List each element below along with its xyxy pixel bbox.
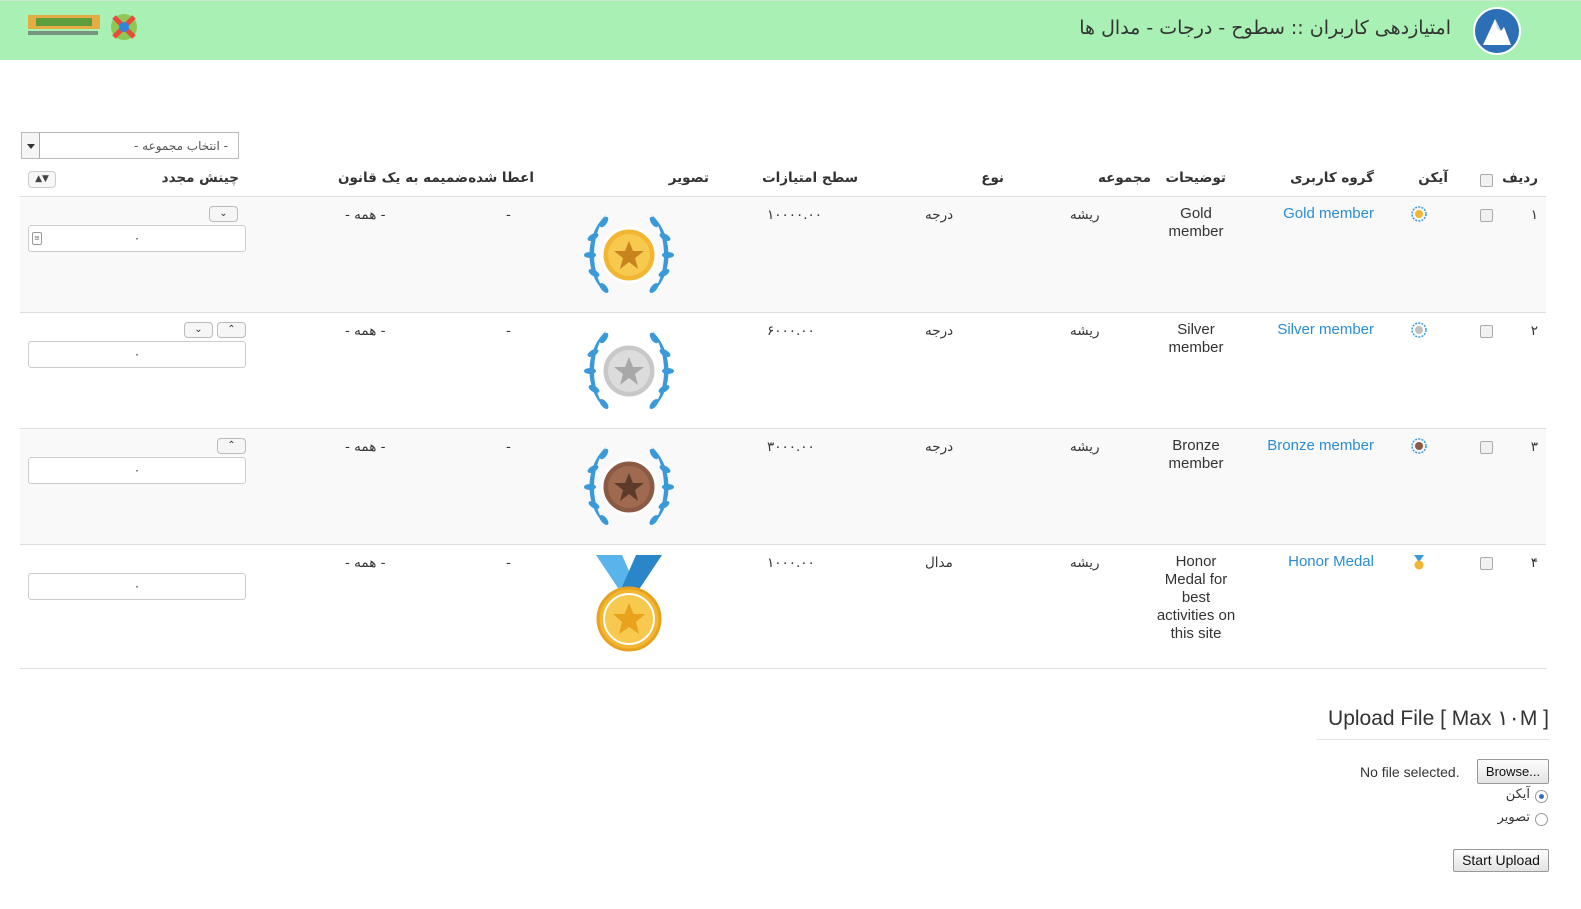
row-number: ۴ bbox=[1530, 555, 1538, 571]
row-awarded: - bbox=[506, 323, 511, 339]
row-checkbox[interactable] bbox=[1480, 557, 1493, 570]
browse-button[interactable]: Browse... bbox=[1477, 759, 1549, 784]
th-awarded[interactable]: اعطا شده bbox=[468, 170, 534, 186]
th-group[interactable]: گروه کاربری bbox=[1290, 170, 1374, 186]
order-input[interactable]: ۰ bbox=[28, 573, 246, 600]
upload-title: Upload File [ Max ۱۰M ] bbox=[1328, 707, 1549, 730]
row-awarded: - bbox=[506, 555, 511, 571]
row-type: درجه bbox=[925, 207, 954, 223]
group-link[interactable]: Honor Medal bbox=[1288, 553, 1374, 570]
row-points: ۶۰۰۰.۰۰ bbox=[767, 323, 815, 339]
order-value: ۰ bbox=[133, 347, 141, 361]
row-checkbox[interactable] bbox=[1480, 441, 1493, 454]
order-input[interactable]: ≡ ۰ bbox=[28, 225, 246, 252]
row-checkbox[interactable] bbox=[1480, 325, 1493, 338]
row-points: ۱۰۰۰.۰۰ bbox=[767, 555, 815, 571]
th-points[interactable]: سطح امتیازات bbox=[762, 170, 858, 186]
order-value: ۰ bbox=[133, 231, 141, 245]
th-type[interactable]: نوع bbox=[981, 170, 1004, 186]
th-reorder[interactable]: چینش مجدد bbox=[162, 170, 239, 186]
page-title: امتیازدهی کاربران :: سطوح - درجات - مدال… bbox=[1079, 17, 1451, 39]
move-down-button[interactable]: ⌄ bbox=[209, 206, 238, 222]
row-type: درجه bbox=[925, 323, 954, 339]
radio-image-option[interactable] bbox=[1535, 813, 1548, 826]
row-description: Gold member bbox=[1168, 205, 1224, 240]
move-down-button[interactable]: ⌄ bbox=[184, 322, 213, 338]
order-value: ۰ bbox=[133, 579, 141, 593]
row-description: Honor Medal for best activities on this … bbox=[1156, 553, 1236, 642]
sort-order-button[interactable]: ▲▼ bbox=[28, 171, 56, 188]
table-row: ۲ Silver member Silver member ریشه درجه … bbox=[20, 312, 1546, 428]
radio-icon-option[interactable] bbox=[1535, 790, 1548, 803]
row-set: ریشه bbox=[1070, 323, 1100, 339]
th-description[interactable]: توضیحات bbox=[1166, 170, 1226, 186]
th-icon[interactable]: آیکن bbox=[1418, 170, 1448, 186]
row-rule: - همه - bbox=[345, 207, 386, 223]
row-rule: - همه - bbox=[345, 439, 386, 455]
category-select[interactable]: - انتخاب مجموعه - bbox=[21, 132, 239, 159]
bronze-medal-small-icon bbox=[1411, 438, 1427, 454]
order-value: ۰ bbox=[133, 463, 141, 477]
th-select-all[interactable] bbox=[1480, 174, 1493, 187]
th-set[interactable]: مجموعه bbox=[1098, 170, 1151, 186]
start-upload-button[interactable]: Start Upload bbox=[1453, 849, 1549, 872]
joomla-mountain-logo-icon bbox=[1473, 7, 1521, 55]
table-row: ۳ Bronze member Bronze member ریشه درجه … bbox=[20, 428, 1546, 544]
row-set: ریشه bbox=[1070, 439, 1100, 455]
table-row: ۱ Gold member Gold member ریشه درجه ۱۰۰۰… bbox=[20, 196, 1546, 312]
chevron-down-icon bbox=[22, 133, 40, 158]
row-set: ریشه bbox=[1070, 555, 1100, 571]
group-link[interactable]: Silver member bbox=[1277, 321, 1374, 338]
gold-medal-small-icon bbox=[1411, 206, 1427, 222]
move-up-button[interactable]: ⌃ bbox=[217, 322, 246, 338]
row-awarded: - bbox=[506, 439, 511, 455]
th-row[interactable]: ردیف bbox=[1502, 170, 1538, 186]
gold-wreath-medal-image bbox=[584, 215, 674, 293]
th-image[interactable]: تصویر bbox=[669, 170, 709, 186]
upload-divider bbox=[1316, 739, 1550, 740]
radio-image-label: تصویر bbox=[1497, 810, 1530, 825]
row-awarded: - bbox=[506, 207, 511, 223]
group-link[interactable]: Bronze member bbox=[1267, 437, 1374, 454]
row-description: Silver member bbox=[1168, 321, 1224, 356]
radio-icon-label: آیکن bbox=[1505, 787, 1530, 802]
row-rule: - همه - bbox=[345, 323, 386, 339]
row-type: مدال bbox=[925, 555, 953, 571]
row-checkbox[interactable] bbox=[1480, 209, 1493, 222]
move-up-button[interactable]: ⌃ bbox=[217, 438, 246, 454]
top-header: امتیازدهی کاربران :: سطوح - درجات - مدال… bbox=[0, 0, 1581, 60]
th-rule[interactable]: ضمیمه به یک قانون bbox=[338, 170, 468, 186]
silver-medal-small-icon bbox=[1411, 322, 1427, 338]
row-type: درجه bbox=[925, 439, 954, 455]
row-rule: - همه - bbox=[345, 555, 386, 571]
row-points: ۳۰۰۰.۰۰ bbox=[767, 439, 815, 455]
order-input[interactable]: ۰ bbox=[28, 457, 246, 484]
row-number: ۳ bbox=[1530, 439, 1538, 455]
no-file-label: No file selected. bbox=[1360, 764, 1460, 780]
group-link[interactable]: Gold member bbox=[1283, 205, 1374, 222]
row-set: ریشه bbox=[1070, 207, 1100, 223]
store-brand-logo bbox=[28, 14, 137, 40]
row-description: Bronze member bbox=[1168, 437, 1224, 472]
row-points: ۱۰۰۰۰.۰۰ bbox=[767, 207, 823, 223]
ribbon-medal-small-icon bbox=[1414, 555, 1424, 570]
ribbon-medal-image bbox=[596, 555, 662, 652]
table-row: ۴ Honor Medal Honor Medal for best activ… bbox=[20, 544, 1546, 669]
order-input[interactable]: ۰ bbox=[28, 341, 246, 368]
lock-icon: ≡ bbox=[32, 232, 42, 245]
bronze-wreath-medal-image bbox=[584, 447, 674, 525]
row-number: ۱ bbox=[1530, 207, 1538, 223]
silver-wreath-medal-image bbox=[584, 331, 674, 409]
category-select-value: - انتخاب مجموعه - bbox=[133, 139, 228, 153]
row-number: ۲ bbox=[1530, 323, 1538, 339]
